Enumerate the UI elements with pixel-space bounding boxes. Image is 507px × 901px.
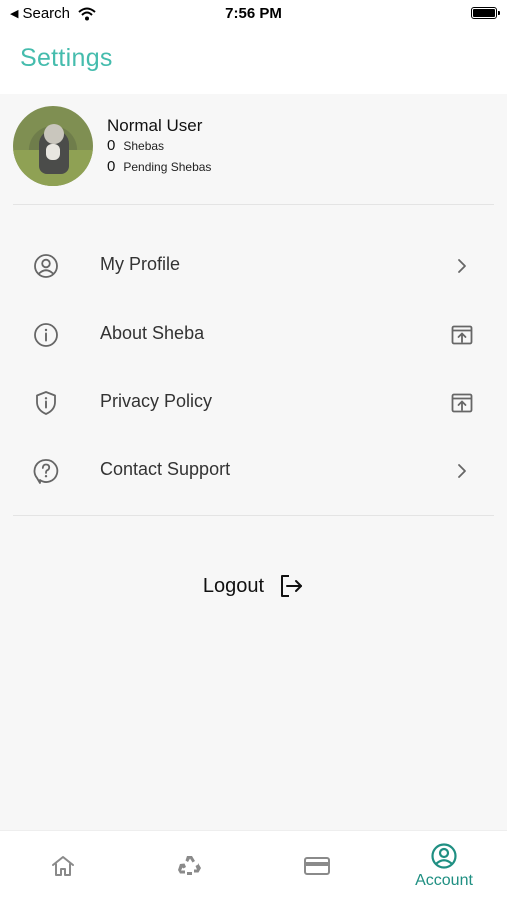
shebas-count: 0 [107,137,116,154]
recycle-icon [178,856,201,875]
help-circle-icon [33,459,59,484]
user-name: Normal User [107,116,203,135]
tab-account[interactable]: Account [381,831,507,901]
divider [13,204,494,205]
shebas-label: Shebas [123,139,165,153]
logout-icon [281,575,303,597]
pending-shebas-stat: 0 Pending Shebas [107,158,211,175]
user-circle-icon [34,254,58,278]
menu-item-privacy-policy[interactable]: Privacy Policy [0,369,507,437]
menu-item-about-sheba[interactable]: About Sheba [0,301,507,369]
shebas-stat: 0 Shebas [107,137,164,154]
external-link-icon [451,393,473,413]
profile-summary: Normal User 0 Shebas 0 Pending Shebas [0,94,507,204]
menu-item-label: Contact Support [100,459,231,479]
tab-account-label: Account [415,872,473,889]
tab-home[interactable] [0,831,126,901]
logout-button[interactable]: Logout [0,566,507,606]
bottom-tab-bar: Account [0,830,507,901]
chevron-right-icon [458,464,466,478]
divider [13,515,494,516]
menu-item-my-profile[interactable]: My Profile [0,232,507,300]
menu-item-contact-support[interactable]: Contact Support [0,437,507,505]
avatar [13,106,93,186]
menu-item-label: About Sheba [100,323,205,343]
menu-item-label: Privacy Policy [100,391,213,411]
status-bar: ◀ Search 7:56 PM [0,0,507,28]
tab-recycle[interactable] [127,831,253,901]
info-circle-icon [34,323,58,347]
card-icon [304,857,330,875]
chevron-right-icon [458,259,466,273]
external-link-icon [451,325,473,345]
account-icon [431,843,457,869]
battery-icon [471,7,500,19]
pending-label: Pending Shebas [123,160,212,174]
home-icon [52,856,74,876]
menu-item-label: My Profile [100,254,181,274]
pending-count: 0 [107,158,116,175]
shield-info-icon [36,391,56,415]
clock: 7:56 PM [225,5,282,22]
logout-label: Logout [202,574,265,597]
header: Settings [0,28,507,94]
tab-card[interactable] [254,831,380,901]
page-title: Settings [20,44,113,72]
